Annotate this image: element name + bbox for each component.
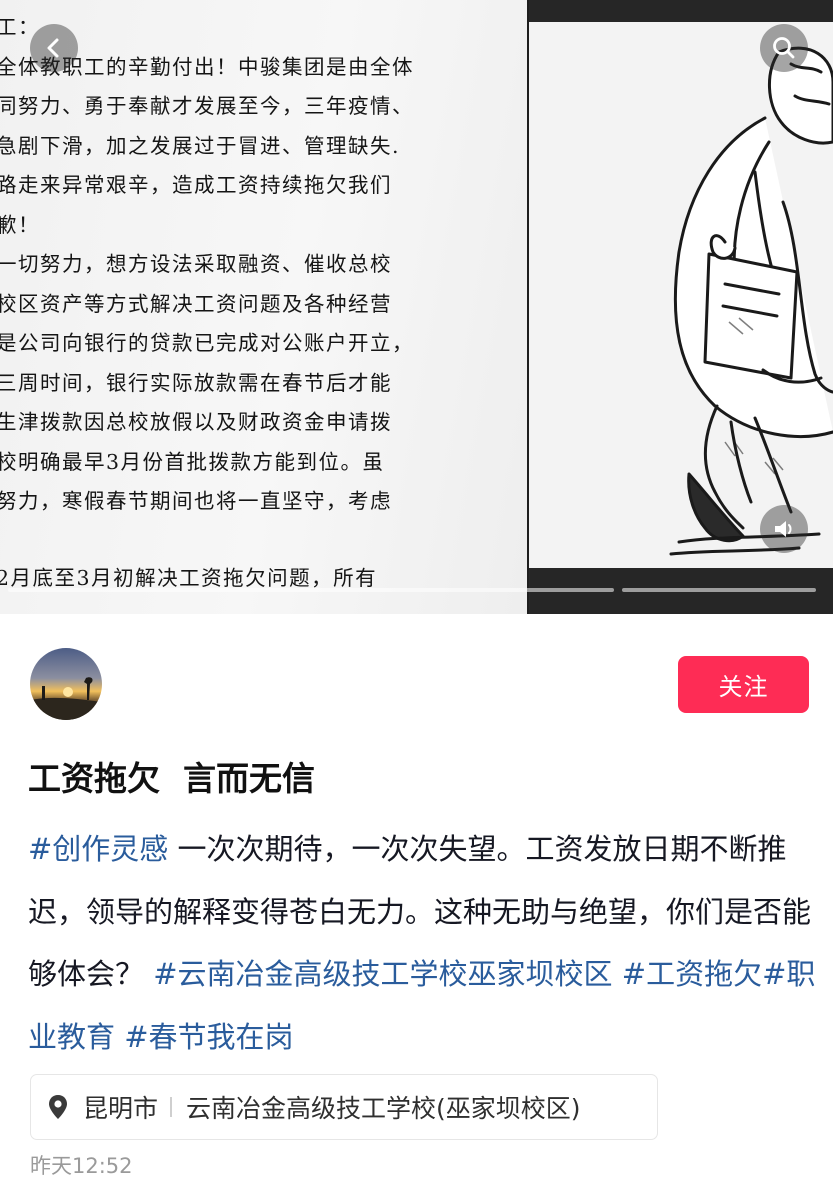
search-button[interactable] (760, 24, 808, 72)
avatar-image (30, 677, 102, 720)
hashtag-link[interactable]: #云南冶金高级技工学校巫家坝校区 (153, 957, 612, 991)
slide-indicator-1[interactable] (8, 588, 614, 592)
document-line: 三周时间，银行实际放款需在春节后才能 (0, 370, 392, 395)
document-line: 生津拨款因总校放假以及财政资金申请拨 (0, 410, 392, 434)
document-line: 努力，寒假春节期间也将一直坚守，考虑 (0, 489, 392, 513)
document-line: 校区资产等方式解决工资问题及各种经营 (0, 291, 392, 316)
chevron-left-icon (47, 38, 59, 58)
map-pin-icon (49, 1095, 67, 1119)
document-line: 2月底至3月初解决工资拖欠问题，所有 (0, 565, 378, 590)
document-photo: 工： 全体教职工的辛勤付出！中骏集团是由全体 同努力、勇于奉献才发展至今，三年疫… (0, 0, 527, 614)
search-icon (773, 37, 795, 59)
follow-button[interactable]: 关注 (678, 656, 809, 713)
avatar[interactable] (30, 648, 102, 720)
document-line: 歉！ (0, 212, 40, 237)
media-carousel[interactable]: 工： 全体教职工的辛勤付出！中骏集团是由全体 同努力、勇于奉献才发展至今，三年疫… (0, 0, 833, 614)
post-time: 昨天12:52 (30, 1154, 133, 1178)
location-city: 昆明市 (83, 1094, 159, 1123)
hashtag-link[interactable]: #春节我在岗 (124, 1020, 293, 1054)
document-line: 是公司向银行的贷款已完成对公账户开立， (0, 331, 414, 355)
document-text: 工： 全体教职工的辛勤付出！中骏集团是由全体 同努力、勇于奉献才发展至今，三年疫… (0, 8, 414, 598)
document-line: 路走来异常艰辛，造成工资持续拖欠我们 (0, 173, 392, 197)
document-line: 校明确最早3月份首批拨款方能到位。虽 (0, 449, 385, 474)
document-line: 急剧下滑，加之发展过于冒进、管理缺失. (0, 133, 401, 158)
location-divider (170, 1097, 173, 1117)
speaker-icon (775, 521, 792, 537)
post-description: #创作灵感 一次次期待，一次次失望。工资发放日期不断推迟，领导的解释变得苍白无力… (28, 818, 818, 1068)
hashtag-link[interactable]: #工资拖欠 (622, 957, 762, 991)
cartoon-drawing (669, 46, 833, 556)
post-title: 工资拖欠 言而无信 (28, 759, 315, 798)
slide-indicator-2[interactable] (622, 588, 816, 592)
location-place: 云南冶金高级技工学校(巫家坝校区) (186, 1094, 581, 1123)
document-line (0, 522, 414, 559)
hashtag-link[interactable]: #创作灵感 (28, 832, 168, 866)
document-line: 一切努力，想方设法采取融资、催收总校 (0, 252, 392, 276)
location-chip[interactable]: 昆明市 云南冶金高级技工学校(巫家坝校区) (30, 1074, 658, 1140)
sound-button[interactable] (760, 505, 808, 553)
back-button[interactable] (30, 24, 78, 72)
document-line: 同努力、勇于奉献才发展至今，三年疫情、 (0, 94, 414, 118)
